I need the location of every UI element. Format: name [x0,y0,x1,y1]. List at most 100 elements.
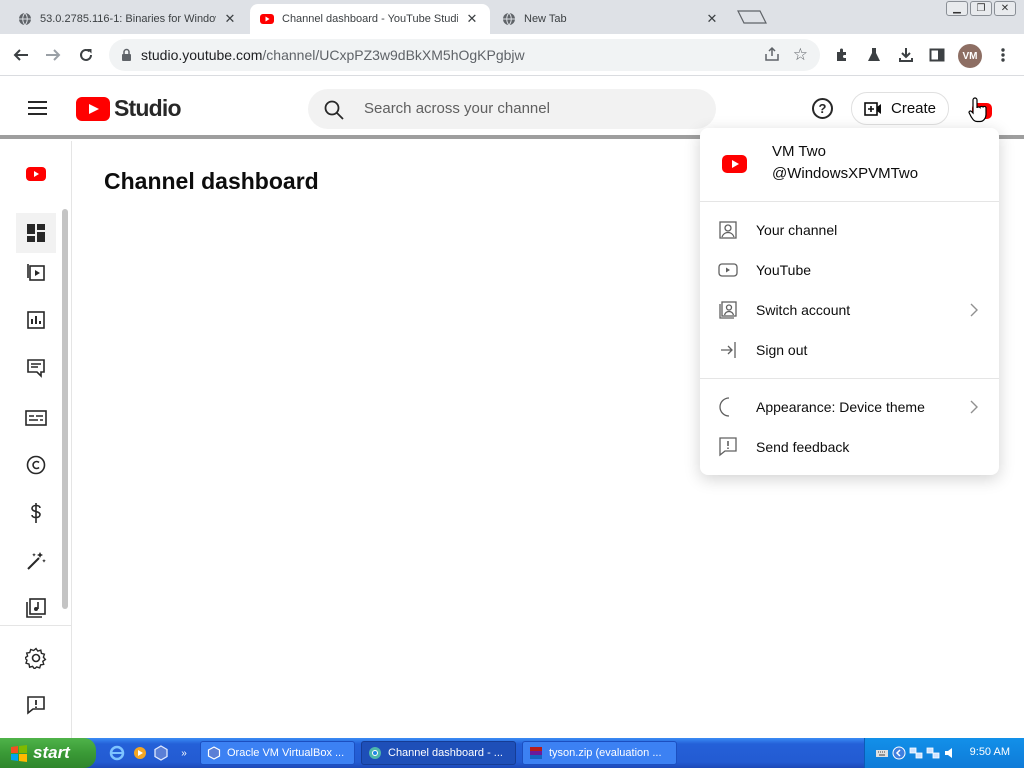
nav-divider [0,625,72,626]
task-channel-dashboard[interactable]: Channel dashboard - ... [361,741,516,765]
browser-profile-avatar[interactable]: VM [958,44,982,68]
copyright-icon[interactable] [24,453,48,477]
channel-search-input[interactable]: Search across your channel [308,89,716,129]
analytics-icon[interactable] [24,308,48,332]
start-label: start [33,743,70,762]
settings-icon[interactable] [24,646,48,670]
windows-taskbar: start » Oracle VM VirtualBox ... Channel… [0,738,1024,768]
sign-out-icon [718,340,738,360]
close-window-button[interactable]: ✕ [994,1,1016,16]
comments-icon[interactable] [24,356,48,380]
search-placeholder: Search across your channel [364,100,550,117]
content-icon[interactable] [24,260,48,284]
youtube-icon [718,260,738,280]
browser-tab-binaries[interactable]: 53.0.2785.116-1: Binaries for Windows ✕ [8,4,248,34]
menu-item-label: Appearance: Device theme [756,399,925,415]
labs-flask-icon[interactable] [863,44,885,66]
globe-icon [503,12,515,26]
left-navigation [0,141,72,738]
dashboard-icon[interactable] [16,213,56,253]
nav-scrollbar[interactable] [62,209,68,609]
download-icon[interactable] [895,44,917,66]
back-arrow-icon[interactable] [10,44,32,66]
start-button[interactable]: start [0,738,96,768]
new-tab-button[interactable] [736,10,768,24]
window-controls: ▁ ❐ ✕ [944,1,1016,16]
bookmark-star-icon[interactable]: ☆ [793,45,808,65]
virtualbox-quick-icon[interactable] [152,745,170,761]
extensions-puzzle-icon[interactable] [831,44,853,66]
network-tray-icon-2[interactable] [926,746,940,760]
share-icon[interactable] [764,46,780,62]
volume-tray-icon[interactable] [943,746,957,760]
browser-tab-channel-dashboard[interactable]: Channel dashboard - YouTube Studio ✕ [250,4,490,34]
account-header: VM Two @WindowsXPVMTwo [700,128,999,202]
browser-menu-kebab-icon[interactable] [992,44,1014,66]
reload-icon[interactable] [75,44,97,66]
tab-title: 53.0.2785.116-1: Binaries for Windows [40,13,216,25]
customization-icon[interactable] [24,549,48,573]
channel-avatar-icon [722,155,747,173]
tab-close-icon[interactable]: ✕ [704,11,720,27]
studio-logo-text: Studio [114,95,182,121]
forward-arrow-icon[interactable] [42,44,64,66]
feedback-icon [718,437,738,457]
page-title: Channel dashboard [104,168,319,194]
channel-avatar-icon[interactable] [24,162,48,186]
virtualbox-icon [207,746,221,760]
address-bar[interactable]: studio.youtube.com/channel/UCxpPZ3w9dBkX… [109,39,820,71]
side-panel-icon[interactable] [926,44,948,66]
menu-item-switch-account[interactable]: Switch account [700,290,999,330]
taskbar-clock[interactable]: 9:50 AM [970,746,1010,758]
tab-title: New Tab [524,13,567,25]
network-tray-icon[interactable] [909,746,923,760]
winrar-icon [530,747,542,759]
system-tray: 9:50 AM [864,738,1024,768]
task-label: tyson.zip (evaluation ... [549,747,662,759]
create-label: Create [891,100,937,117]
task-label: Channel dashboard - ... [388,747,503,759]
chevron-right-icon [970,400,978,414]
task-winrar[interactable]: tyson.zip (evaluation ... [522,741,677,765]
url-text: studio.youtube.com/channel/UCxpPZ3w9dBkX… [141,47,525,63]
menu-item-label: Switch account [756,302,851,318]
hamburger-menu-icon[interactable] [28,101,47,119]
tab-close-icon[interactable]: ✕ [464,11,480,27]
chevron-right-icon [970,303,978,317]
mouse-pointer-hand-icon [968,97,987,123]
search-icon [324,100,344,120]
menu-item-your-channel[interactable]: Your channel [700,210,999,250]
menu-item-send-feedback[interactable]: Send feedback [700,427,999,467]
audio-library-icon[interactable] [24,596,48,620]
account-menu: VM Two @WindowsXPVMTwo Your channel YouT… [700,128,999,475]
windows-flag-icon [11,745,27,762]
menu-item-label: YouTube [756,262,812,278]
lock-icon[interactable] [121,48,132,62]
browser-tab-new-tab[interactable]: New Tab ✕ [492,4,730,34]
internet-explorer-icon[interactable] [108,745,126,761]
youtube-play-logo-icon [76,96,110,121]
help-icon[interactable]: ? [812,98,833,119]
create-button[interactable]: Create [851,92,949,125]
task-label: Oracle VM VirtualBox ... [227,747,345,759]
menu-item-label: Your channel [756,222,838,238]
menu-item-youtube[interactable]: YouTube [700,250,999,290]
subtitles-icon[interactable] [24,406,48,430]
menu-item-appearance[interactable]: Appearance: Device theme [700,387,999,427]
tab-close-icon[interactable]: ✕ [222,11,238,27]
create-video-icon [864,101,881,116]
url-host: studio.youtube.com [141,47,263,63]
minimize-button[interactable]: ▁ [946,1,968,16]
studio-logo[interactable]: Studio [76,95,182,122]
menu-item-sign-out[interactable]: Sign out [700,330,999,370]
task-virtualbox[interactable]: Oracle VM VirtualBox ... [200,741,355,765]
restore-button[interactable]: ❐ [970,1,992,16]
send-feedback-icon[interactable] [24,693,48,717]
keyboard-tray-icon[interactable] [875,746,889,760]
menu-item-label: Sign out [756,342,808,358]
moon-icon [718,397,738,417]
tray-collapse-icon[interactable] [892,746,906,760]
media-player-icon[interactable] [131,745,149,761]
quick-launch-overflow-icon[interactable]: » [178,745,190,761]
earn-icon[interactable] [24,501,48,525]
